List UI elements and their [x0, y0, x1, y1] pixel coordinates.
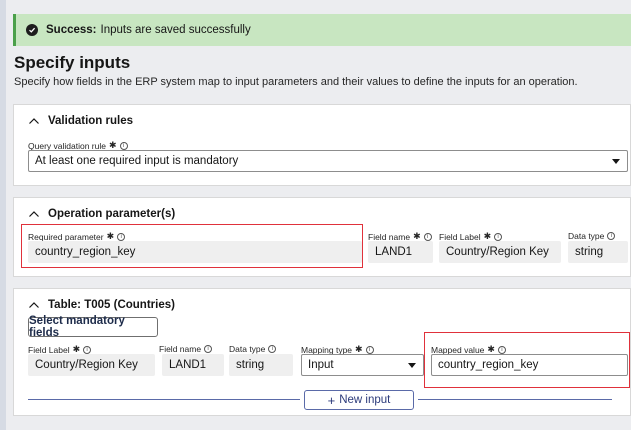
chevron-up-icon [28, 301, 42, 309]
info-icon[interactable]: i [83, 345, 92, 354]
data-type-label: Data type i [568, 231, 616, 241]
mapping-type-value: Input [308, 359, 334, 371]
page-description: Specify how fields in the ERP system map… [14, 76, 578, 88]
info-icon[interactable]: i [423, 232, 432, 241]
success-alert: Success: Inputs are saved successfully [13, 14, 631, 46]
mapping-type-select[interactable]: Input [301, 354, 424, 376]
mapped-value-highlight [424, 332, 630, 388]
required-parameter-highlight [21, 224, 363, 268]
mapping-type-label-text: Mapping type [301, 344, 353, 355]
table-field-name-label-text: Field name [159, 344, 202, 354]
data-type-field: string [568, 241, 628, 263]
info-icon[interactable]: i [268, 345, 277, 353]
field-label-label-text: Field Label [439, 231, 481, 242]
validation-rules-card: Validation rules Query validation rule ✱… [13, 104, 631, 186]
data-type-value: string [575, 246, 604, 258]
field-name-field: LAND1 [368, 241, 433, 263]
info-icon[interactable]: i [494, 232, 503, 241]
chevron-up-icon [28, 210, 42, 218]
table-field-name-label: Field name i [159, 344, 213, 354]
new-input-button[interactable]: + New input [304, 390, 414, 410]
check-circle-icon [26, 24, 38, 36]
field-name-label-text: Field name [368, 231, 411, 242]
chevron-up-icon [28, 117, 42, 125]
table-field-label-label-text: Field Label [28, 344, 70, 355]
divider-left [28, 399, 300, 400]
table-field-label-field: Country/Region Key [28, 354, 155, 376]
info-icon[interactable]: i [607, 232, 616, 240]
table-field-name-field: LAND1 [162, 354, 224, 376]
operation-parameters-title: Operation parameter(s) [48, 208, 176, 220]
select-mandatory-fields-button[interactable]: Select mandatory fields [28, 315, 158, 339]
table-title: Table: T005 (Countries) [48, 299, 175, 311]
data-type-label-text: Data type [568, 231, 605, 241]
new-input-label: New input [339, 394, 391, 406]
table-field-name-value: LAND1 [169, 359, 207, 371]
alert-title: Success: [46, 24, 97, 36]
table-field-label-value: Country/Region Key [35, 359, 138, 371]
divider-right [418, 399, 612, 400]
field-label-field: Country/Region Key [439, 241, 561, 263]
info-icon[interactable]: i [365, 345, 374, 354]
field-label-value: Country/Region Key [446, 246, 549, 258]
left-edge-strip [0, 0, 6, 430]
table-data-type-label: Data type i [229, 344, 277, 354]
validation-rules-title: Validation rules [48, 115, 133, 127]
table-data-type-label-text: Data type [229, 344, 266, 354]
field-name-value: LAND1 [375, 246, 413, 258]
info-icon[interactable]: i [119, 141, 128, 150]
table-data-type-value: string [236, 359, 265, 371]
caret-down-icon [408, 363, 416, 368]
query-validation-value: At least one required input is mandatory [35, 155, 239, 167]
page-title: Specify inputs [14, 53, 131, 72]
table-header[interactable]: Table: T005 (Countries) [28, 299, 175, 311]
info-icon[interactable]: i [204, 345, 213, 353]
query-validation-select[interactable]: At least one required input is mandatory [28, 150, 628, 172]
caret-down-icon [612, 159, 620, 164]
table-data-type-field: string [229, 354, 293, 376]
validation-rules-header[interactable]: Validation rules [28, 115, 133, 127]
operation-parameters-header[interactable]: Operation parameter(s) [28, 208, 175, 220]
query-validation-label-text: Query validation rule [28, 140, 106, 151]
alert-message: Inputs are saved successfully [100, 24, 251, 36]
plus-icon: + [327, 392, 336, 408]
